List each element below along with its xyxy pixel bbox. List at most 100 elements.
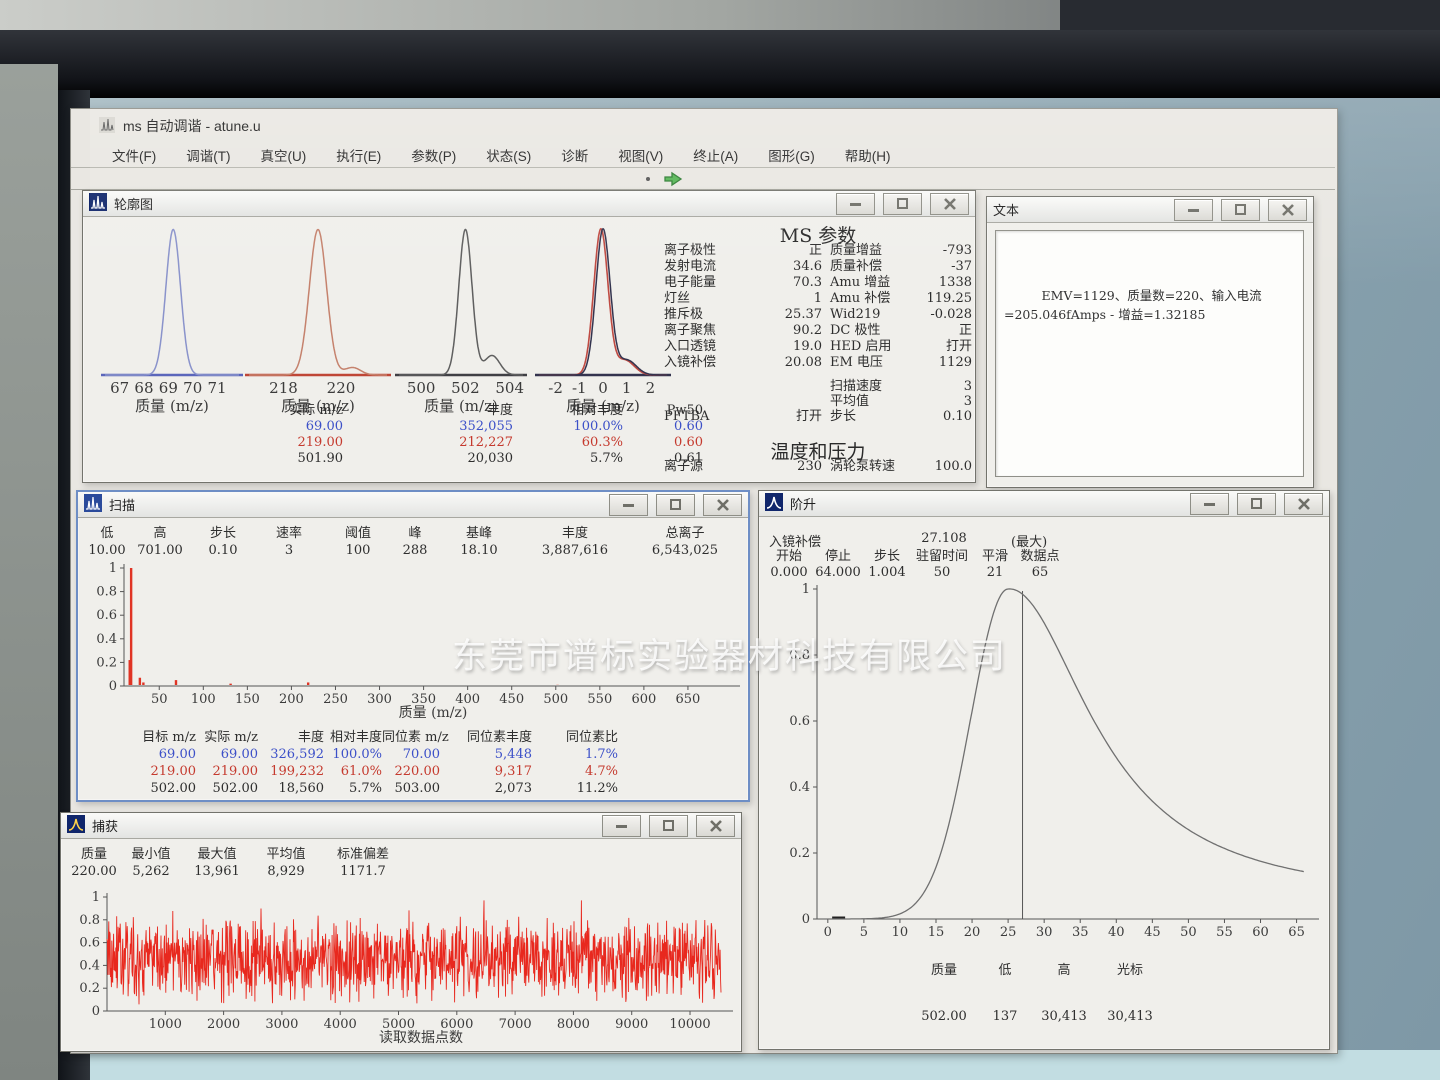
svg-text:2: 2 (646, 379, 656, 397)
param-value: 230 (778, 459, 822, 475)
scan-settings-table: 扫描速度3 平均值3 PFTBA打开步长0.10 (664, 379, 972, 424)
table-cell: 69.00 (196, 747, 258, 764)
col-header: 总离子 (628, 526, 742, 543)
minimize-button[interactable] (609, 494, 648, 516)
minimize-button[interactable] (602, 815, 641, 837)
col-header: 丰度 (522, 526, 628, 543)
table-cell: 501.90 (233, 451, 343, 467)
ramp-param-label: 入镜补偿 (769, 531, 821, 550)
param-value: 0.000 (767, 565, 811, 581)
svg-text:71: 71 (208, 379, 227, 397)
svg-text:0.6: 0.6 (96, 608, 117, 623)
col-header: 同位素丰度 (440, 730, 532, 747)
svg-text:0: 0 (824, 925, 832, 940)
param-value: 65 (1015, 565, 1065, 581)
table-cell: 219.00 (196, 764, 258, 781)
ramp-window: 阶升 入镜补偿 27.108 (最大) 开始 停止 步长 驻留时间 平滑 数据点… (758, 490, 1330, 1050)
svg-text:0.6: 0.6 (79, 936, 100, 951)
col-header: 最小值 (119, 847, 183, 864)
svg-text:55: 55 (1216, 925, 1233, 940)
table-cell: 18,560 (258, 781, 324, 798)
col-header: 平均值 (251, 847, 321, 864)
capture-window: 捕获 质量 最小值 最大值 平均值 标准偏差 220.00 5,262 13,9… (60, 812, 742, 1052)
photo-of-monitor: ms 自动调谐 - atune.u 文件(F) 调谐(T) 真空(U) 执行(E… (0, 0, 1440, 1080)
stat-value: 18.10 (436, 543, 522, 560)
col-header: 速率 (256, 526, 322, 543)
svg-text:质量 (m/z): 质量 (m/z) (399, 705, 468, 720)
svg-text:30: 30 (1036, 925, 1053, 940)
svg-text:220: 220 (327, 379, 356, 397)
svg-text:650: 650 (676, 692, 701, 707)
close-button[interactable] (1284, 493, 1323, 515)
svg-text:35: 35 (1072, 925, 1089, 940)
maximize-button[interactable] (656, 494, 695, 516)
param-label: 入镜补偿 (664, 355, 778, 371)
stat-value: 13,961 (183, 864, 251, 881)
stat-value: 1171.7 (321, 864, 405, 881)
svg-text:-1: -1 (572, 379, 587, 397)
param-label: PFTBA (664, 409, 778, 424)
ramp-params-table: 开始 停止 步长 驻留时间 平滑 数据点 0.000 64.000 1.004 … (767, 549, 1065, 581)
capture-titlebar[interactable]: 捕获 (61, 813, 741, 839)
svg-text:10000: 10000 (669, 1017, 710, 1032)
table-cell: 5.7% (324, 781, 382, 798)
param-label: 灯丝 (664, 291, 778, 307)
param-value: 打开 (778, 409, 822, 424)
param-value (778, 379, 822, 394)
col-header: 丰度 (343, 403, 513, 419)
ramp-param-max: (最大) (1011, 531, 1047, 550)
profile-peak-table: 实际 m/z 丰度 相对丰度 Pw50 69.00 352,055 100.0%… (233, 403, 703, 467)
param-value: 100.0 (914, 459, 972, 475)
param-label: Amu 补偿 (822, 291, 914, 307)
svg-text:0.2: 0.2 (96, 655, 117, 670)
param-value: 3 (914, 394, 972, 409)
param-label: 离子源 (664, 459, 778, 475)
ramp-titlebar[interactable]: 阶升 (759, 491, 1329, 517)
svg-text:1000: 1000 (149, 1017, 182, 1032)
table-cell: 69.00 (114, 747, 196, 764)
svg-text:100: 100 (191, 692, 216, 707)
svg-text:20: 20 (964, 925, 981, 940)
col-header: 步长 (190, 526, 256, 543)
stat-value: 220.00 (69, 864, 119, 881)
close-button[interactable] (703, 494, 742, 516)
param-value: 1 (778, 291, 822, 307)
svg-text:50: 50 (151, 692, 168, 707)
svg-text:450: 450 (499, 692, 524, 707)
ramp-bottom-table: 质量 低 高 光标 502.00 137 30,413 30,413 (909, 963, 1163, 1029)
col-header: 阈值 (322, 526, 394, 543)
svg-text:200: 200 (279, 692, 304, 707)
window-buttons (609, 494, 742, 516)
minimize-button[interactable] (1190, 493, 1229, 515)
table-cell: 69.00 (233, 419, 343, 435)
table-cell: 2,073 (440, 781, 532, 798)
table-cell: 4.7% (532, 764, 618, 781)
close-button[interactable] (696, 815, 735, 837)
stat-value: 0.10 (190, 543, 256, 560)
svg-text:3000: 3000 (265, 1017, 298, 1032)
table-cell: 199,232 (258, 764, 324, 781)
svg-text:2000: 2000 (207, 1017, 240, 1032)
table-cell: 502.00 (196, 781, 258, 798)
param-label: 扫描速度 (822, 379, 914, 394)
param-label (664, 394, 778, 409)
param-value: 打开 (914, 339, 972, 355)
param-value (778, 394, 822, 409)
scan-titlebar[interactable]: 扫描 (78, 492, 748, 518)
stat-value: 8,929 (251, 864, 321, 881)
window-title: 捕获 (92, 816, 118, 835)
svg-text:218: 218 (269, 379, 298, 397)
table-cell: 1.7% (532, 747, 618, 764)
col-header: 步长 (865, 549, 909, 565)
maximize-button[interactable] (1237, 493, 1276, 515)
svg-text:0: 0 (109, 679, 117, 694)
table-cell: 61.0% (324, 764, 382, 781)
col-header: 同位素 m/z (382, 730, 440, 747)
col-header: 数据点 (1015, 549, 1065, 565)
maximize-button[interactable] (649, 815, 688, 837)
table-cell: 212,227 (343, 435, 513, 451)
svg-text:69: 69 (159, 379, 178, 397)
svg-text:550: 550 (587, 692, 612, 707)
col-header: 基峰 (436, 526, 522, 543)
svg-text:1: 1 (92, 891, 100, 905)
